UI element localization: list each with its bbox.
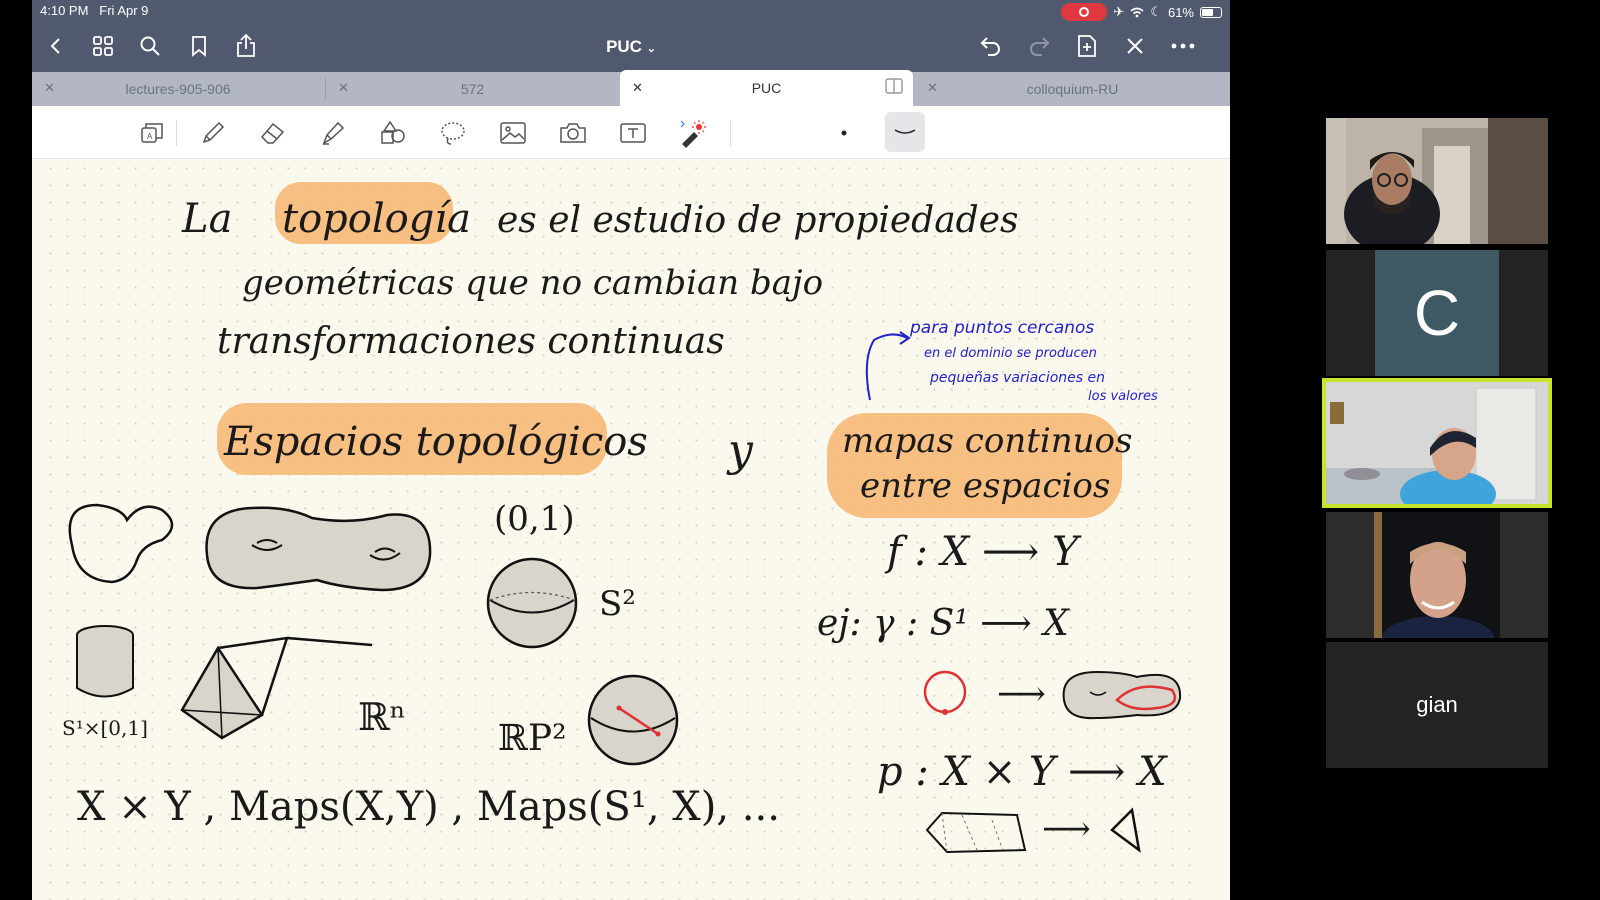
prism-inner-lines [941,812,1003,853]
close-icon[interactable] [1121,32,1149,60]
status-time: 4:10 PM Fri Apr 9 [40,3,149,18]
tab-lectures[interactable]: ✕ lectures-905-906 [32,72,324,106]
camera-icon[interactable] [556,116,590,150]
ipad-screen: 4:10 PM Fri Apr 9 ✈ ☾ 61% PUC ⌄ ✕ lectur… [32,0,1230,900]
text-map-ej: ej: γ : S¹ ⟶ X [817,603,1070,644]
recording-indicator-icon [1061,3,1108,21]
tab-572[interactable]: ✕ 572 [326,72,619,106]
tab-label: colloquium-RU [1026,81,1119,97]
text-topologia: topología [282,196,471,242]
thin-stroke-icon[interactable] [885,112,925,152]
cylinder-body [76,635,134,698]
annotation-arrowhead [899,331,911,345]
lasso-icon[interactable] [436,116,470,150]
annotation-line-2: en el dominio se producen [924,346,1097,361]
navigation-bar: PUC ⌄ [32,22,1230,72]
status-right: ✈ ☾ 61% [1061,3,1222,21]
chevron-down-icon[interactable]: ⌄ [647,43,656,55]
eraser-icon[interactable] [256,116,290,150]
genus-two-surface [205,506,432,592]
blob-shape [68,503,174,584]
tab-label: 572 [460,81,485,97]
text-map-f: f : X ⟶ Y [884,529,1082,575]
heading-mapas: mapas continuos [842,421,1132,461]
text-la: La [181,196,232,242]
highlighter-icon[interactable] [316,116,350,150]
text-line2: geométricas que no cambian bajo [242,263,823,303]
heading-espacios: Espacios topológicos [223,419,648,465]
participant-video-active[interactable] [1322,378,1552,508]
split-view-icon[interactable] [885,78,903,97]
svg-text:A: A [147,132,153,141]
tab-label: PUC [751,80,782,96]
page-tool-icon[interactable]: A [135,116,169,150]
image-icon[interactable] [496,116,530,150]
text-line3: transformaciones continuas [217,321,725,362]
annotation-line-4: los valores [1088,389,1158,404]
prism-shape [925,811,1027,854]
triangle-shape [1110,807,1141,853]
tab-bar: ✕ lectures-905-906 ✕ 572 ✕ PUC ✕ colloqu… [32,70,1230,106]
text-rn: ℝⁿ [358,695,406,739]
text-map-p: p : X × Y ⟶ X [877,749,1168,795]
participant-initial-tile[interactable]: C [1326,250,1548,376]
toolbar-divider [176,120,177,146]
annotation-line-1: para puntos cercanos [909,318,1094,338]
annotation-line-3: pequeñas variaciones en [929,370,1105,386]
text-interval: (0,1) [494,499,575,539]
participant-name: gian [1416,692,1458,717]
participant-initial: C [1375,250,1499,376]
text-y: y [726,425,754,476]
text-box-icon[interactable] [616,116,650,150]
more-icon[interactable] [1169,32,1197,60]
battery-icon [1200,6,1222,18]
redo-icon[interactable] [1025,32,1053,60]
red-circle [923,670,967,714]
text-rp2: ℝP² [498,718,567,759]
text-s2: S² [599,584,636,624]
text-bottom-left: X × Y , Maps(X,Y) , Maps(S¹, X), ... [77,784,780,830]
arrow-1: ⟶ [997,674,1046,714]
add-page-icon[interactable] [1073,32,1101,60]
status-bar: 4:10 PM Fri Apr 9 ✈ ☾ 61% [32,0,1230,22]
participant-video-3[interactable] [1326,512,1548,638]
red-circle-basepoint [942,709,948,715]
rp2-sphere [587,674,679,766]
text-cylinder: S¹×[0,1] [62,716,148,740]
rp2-point-1 [616,705,622,711]
tab-puc[interactable]: ✕ PUC [620,70,913,106]
pen-icon[interactable] [196,116,230,150]
participant-video-1[interactable] [1326,118,1548,244]
undo-icon[interactable] [977,32,1005,60]
toolbar-divider [730,120,731,146]
dot-stroke-icon[interactable] [827,116,861,150]
tab-colloquium[interactable]: ✕ colloquium-RU [915,72,1230,106]
laser-pointer-icon[interactable] [674,116,708,150]
airplane-icon: ✈ [1113,4,1125,19]
battery-percent: 61% [1167,4,1194,20]
sphere [486,557,578,649]
text-line1-rest: es el estudio de propiedades [497,200,1019,241]
heading-entre: entre espacios [860,466,1110,506]
rp2-point-2 [655,731,661,737]
shapes-icon[interactable] [376,116,410,150]
wifi-icon [1130,7,1144,17]
tool-bar: A [32,106,1230,159]
tab-label: lectures-905-906 [125,81,231,97]
moon-icon: ☾ [1150,4,1162,19]
notebook-page[interactable]: La topología es el estudio de propiedade… [42,160,1202,900]
arrow-2: ⟶ [1042,809,1091,849]
participant-name-tile[interactable]: gian [1326,642,1548,768]
handwritten-notes[interactable]: La topología es el estudio de propiedade… [42,160,1202,900]
video-call-panel: C gian [1230,0,1600,900]
